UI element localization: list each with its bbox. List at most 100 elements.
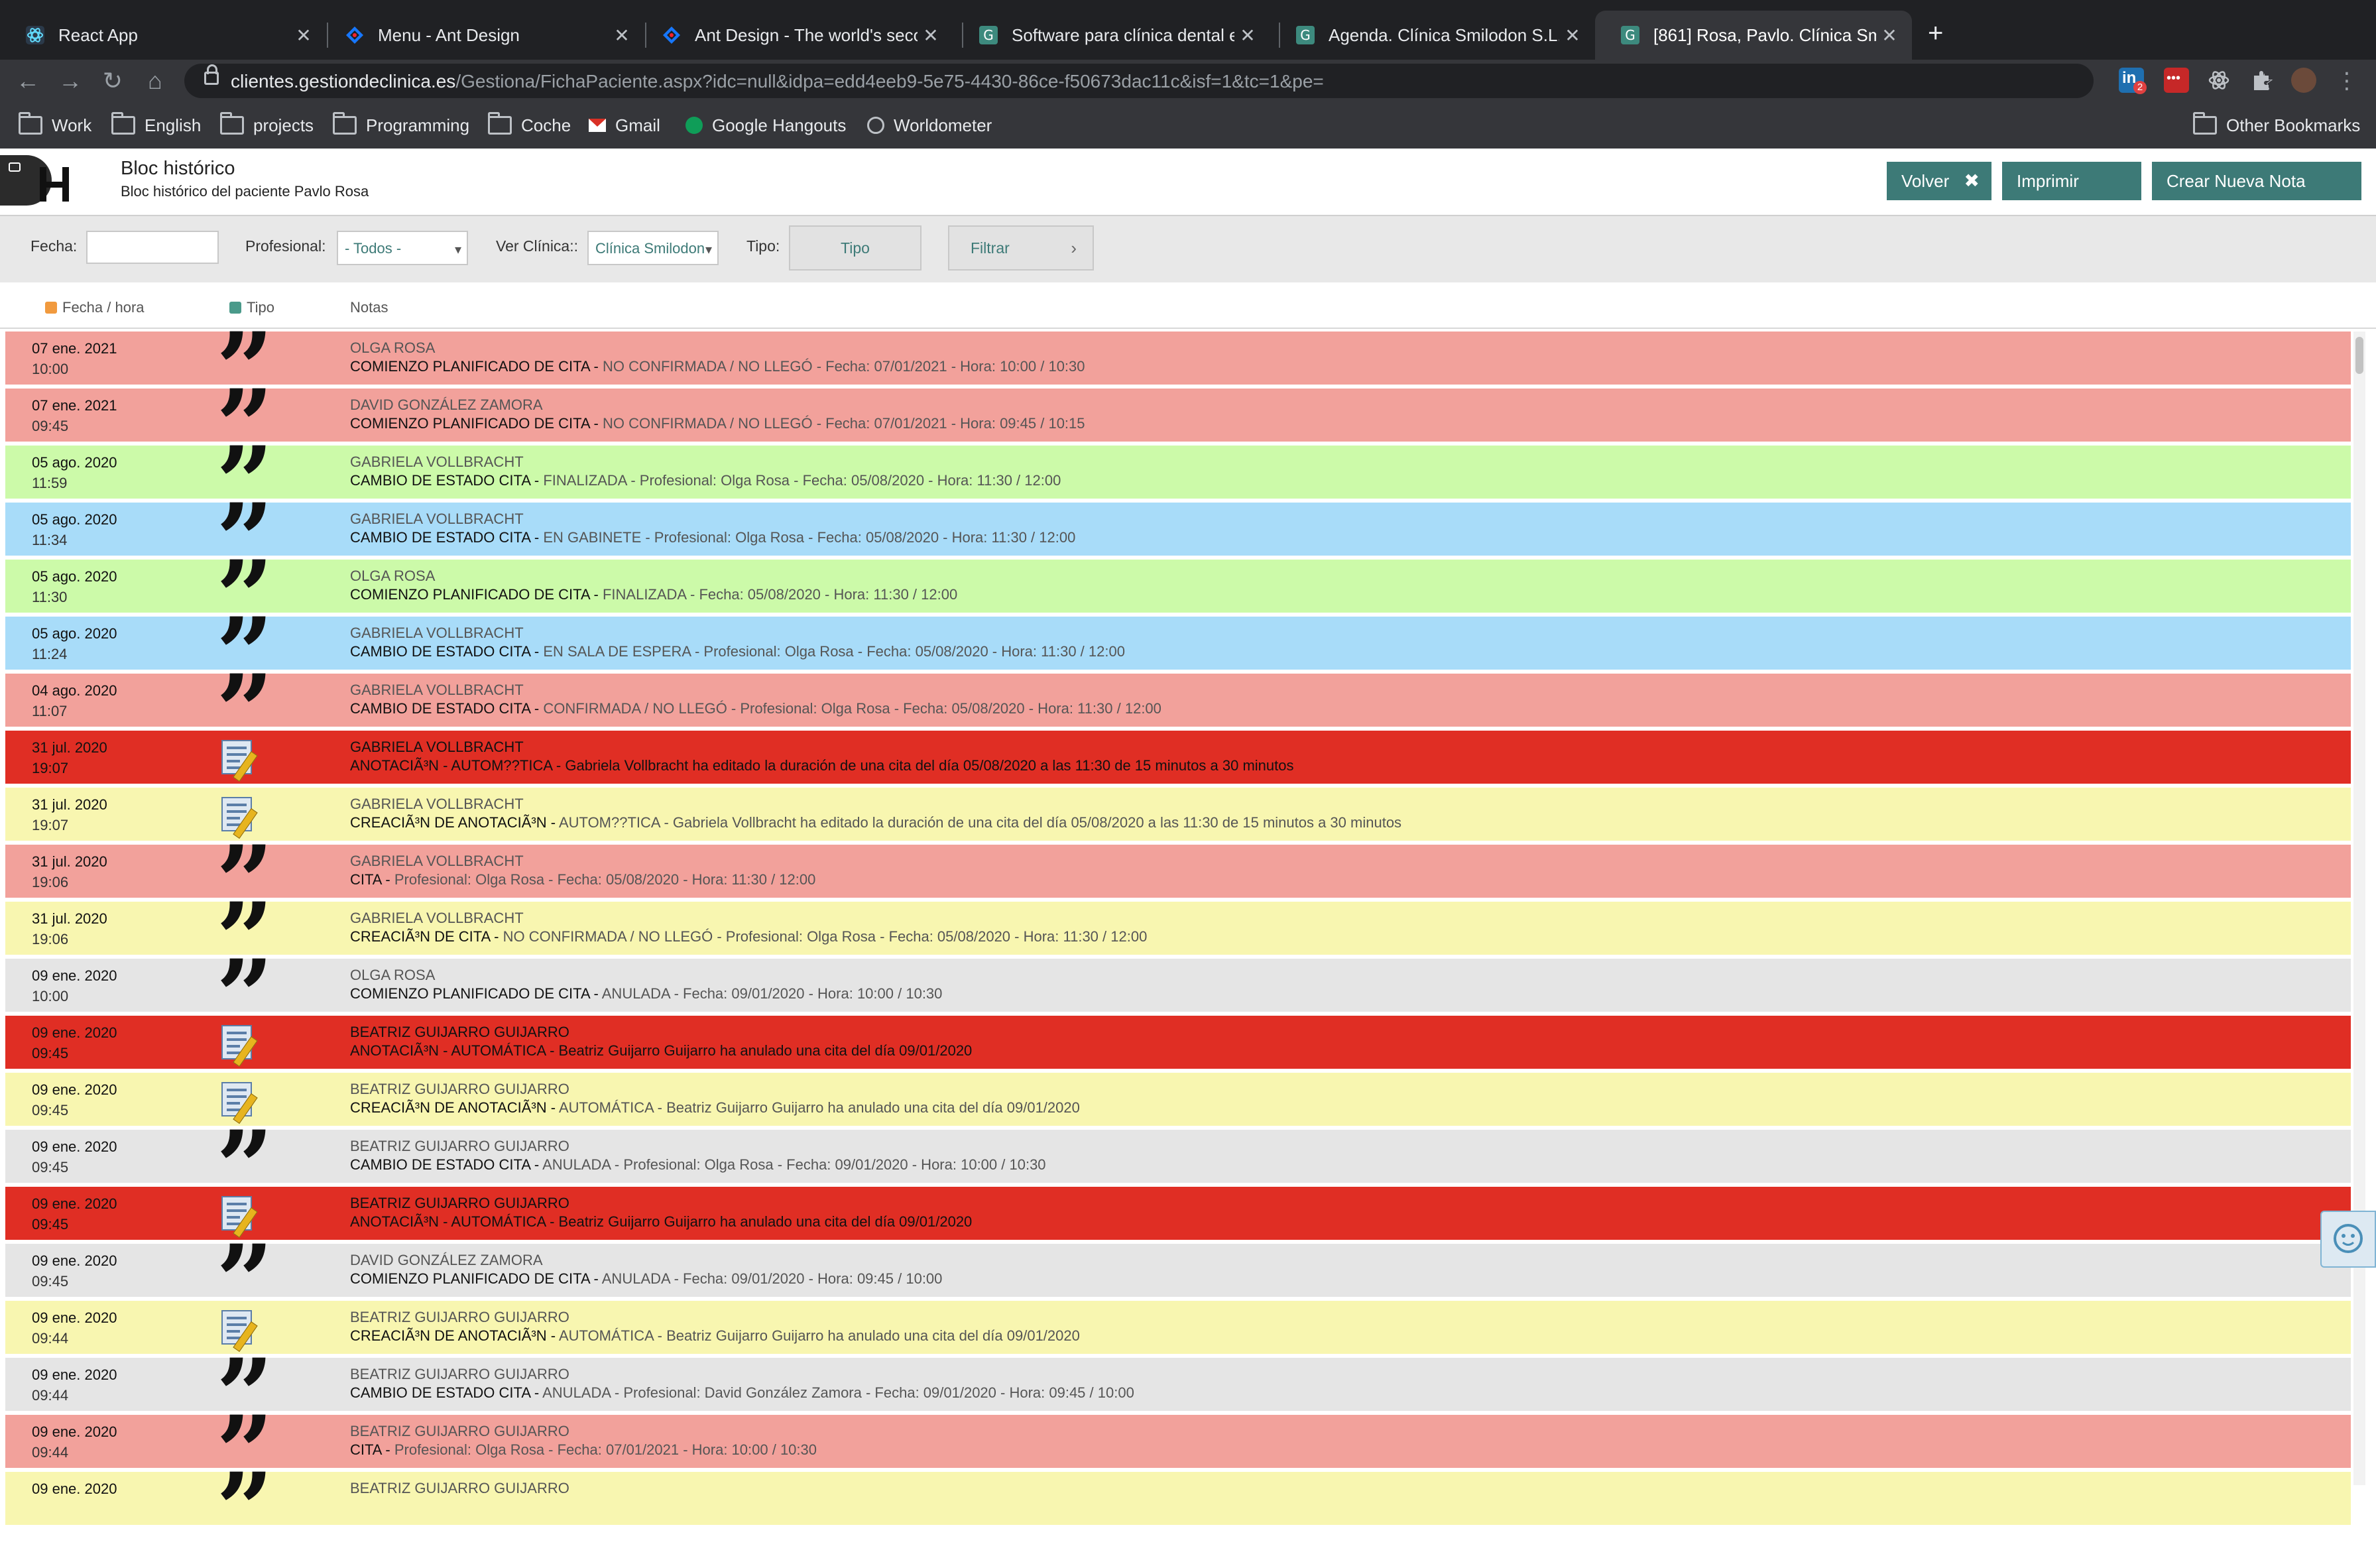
table-row[interactable]: 05 ago. 2020 11:30” OLGA ROSA COMIENZO PLAN…	[5, 548, 2351, 647]
row-date: 04 ago. 2020	[32, 682, 117, 699]
table-row[interactable]: 31 jul. 2020 19:06” GABRIELA VOLLBRACHT CIT…	[5, 833, 2351, 932]
tab-menu-ant-design[interactable]: Menu - Ant Design ✕	[320, 11, 644, 60]
close-tab-icon[interactable]: ✕	[290, 25, 317, 46]
reload-icon[interactable]: ↻	[97, 65, 129, 97]
table-row[interactable]: 09 ene. 2020 10:00 ” OLGA ROSA COMIENZO PLAN…	[5, 947, 2351, 1046]
row-note-action: CAMBIO DE ESTADO CITA -	[350, 1384, 540, 1401]
table-row[interactable]: 07 ene. 2021 10:00” OLGA ROSA COMIENZO PLAN…	[5, 320, 2351, 419]
row-time: 09:45	[32, 1159, 69, 1176]
row-note-detail: FINALIZADA - Profesional: Olga Rosa - Fe…	[539, 472, 1061, 489]
chat-support-button[interactable]	[2320, 1211, 2376, 1268]
svg-text:G: G	[1625, 27, 1635, 43]
url-text[interactable]: clientes.gestiondeclinica.es/Gestiona/Fi…	[231, 71, 1324, 92]
tab-software-clinica[interactable]: G Software para clínica dental en ✕	[953, 11, 1270, 60]
row-note-detail: Gabriela Vollbracht ha editado la duraci…	[561, 757, 1294, 774]
bookmark-gmail[interactable]: Gmail	[589, 114, 660, 137]
back-icon[interactable]: ←	[12, 65, 44, 97]
row-time: 09:45	[32, 418, 69, 434]
volver-button[interactable]: Volver ✖	[1887, 162, 1991, 200]
row-date: 31 jul. 2020	[32, 853, 107, 870]
row-note-detail: NO CONFIRMADA / NO LLEGÓ - Fecha: 07/01/…	[598, 415, 1085, 432]
scrollbar[interactable]	[2353, 332, 2365, 1485]
table-row[interactable]: 09 ene. 2020 09:45 BEATRIZ GUIJARRO GUIJAR…	[5, 1073, 2351, 1126]
filtrar-label: Filtrar	[971, 239, 1010, 257]
row-time: 11:30	[32, 589, 68, 605]
table-row[interactable]: 09 ene. 2020 ” BEATRIZ GUIJARRO GUIJARRO	[5, 1460, 2351, 1559]
table-row[interactable]: 05 ago. 2020 11:34” GABRIELA VOLLBRACHT CAM…	[5, 491, 2351, 590]
bookmark-worldometer[interactable]: Worldometer	[867, 114, 992, 137]
table-row[interactable]: 09 ene. 2020 09:45 ” BEATRIZ GUIJARRO GUIJA…	[5, 1118, 2351, 1217]
lastpass-extension-icon[interactable]: •••	[2164, 68, 2189, 93]
row-professional: OLGA ROSA	[350, 339, 436, 356]
table-row[interactable]: 09 ene. 2020 09:45 ” DAVID GONZÁLEZ ZAMORA C…	[5, 1232, 2351, 1331]
table-row[interactable]: 09 ene. 2020 09:45 BEATRIZ GUIJARRO GUIJAR…	[5, 1187, 2351, 1240]
row-date: 05 ago. 2020	[32, 454, 117, 471]
table-row[interactable]: 31 jul. 2020 19:06” GABRIELA VOLLBRACHT CRE…	[5, 890, 2351, 989]
row-time: 09:45	[32, 1102, 69, 1118]
invision-extension-icon[interactable]: in 2	[2119, 68, 2147, 94]
table-row[interactable]: 09 ene. 2020 09:44” BEATRIZ GUIJARRO GUIJA…	[5, 1403, 2351, 1502]
table-row[interactable]: 31 jul. 2020 19:07 GABRIELA VOLLBRACHT ANOT…	[5, 731, 2351, 784]
tab-agenda[interactable]: G Agenda. Clínica Smilodon S.L.P. ✕	[1270, 11, 1595, 60]
bookmark-english[interactable]: English	[111, 112, 201, 137]
table-row[interactable]: 09 ene. 2020 09:45 BEATRIZ GUIJARRO GUIJAR…	[5, 1016, 2351, 1069]
close-tab-icon[interactable]: ✕	[1559, 25, 1586, 46]
row-date: 09 ene. 2020	[32, 1138, 117, 1155]
chevron-right-icon: ›	[1071, 238, 1077, 258]
row-note-detail: NO CONFIRMADA / NO LLEGÓ - Profesional: …	[499, 928, 1148, 945]
close-tab-icon[interactable]: ✕	[1876, 25, 1903, 46]
table-row[interactable]: 04 ago. 2020 11:07 ” GABRIELA VOLLBRACHT CAM…	[5, 662, 2351, 761]
profesional-value: - Todos -	[345, 240, 402, 257]
row-date: 05 ago. 2020	[32, 511, 117, 528]
forward-icon[interactable]: →	[54, 65, 86, 97]
gestion-clinica-icon: G	[979, 26, 998, 44]
tipo-button[interactable]: Tipo	[789, 225, 921, 271]
tab-react-app[interactable]: React App ✕	[0, 11, 326, 60]
row-note-detail: AUTOMÁTICA - Beatriz Guijarro Guijarro h…	[556, 1099, 1080, 1116]
bookmark-google-hangouts[interactable]: Google Hangouts	[685, 114, 846, 137]
scrollbar-thumb[interactable]	[2355, 337, 2363, 374]
address-bar[interactable]: clientes.gestiondeclinica.es/Gestiona/Fi…	[184, 64, 2274, 98]
close-tab-icon[interactable]: ✕	[918, 25, 944, 46]
row-time: 10:00	[32, 361, 69, 377]
new-tab-button[interactable]: +	[1928, 19, 1943, 48]
browser-menu-icon[interactable]: ⋮	[2331, 65, 2363, 97]
row-note: CAMBIO DE ESTADO CITA - EN GABINETE - Pr…	[350, 529, 1075, 546]
bookmark-work[interactable]: Work	[19, 112, 91, 137]
imprimir-button[interactable]: Imprimir	[2002, 162, 2141, 200]
crear-nueva-nota-button[interactable]: Crear Nueva Nota	[2152, 162, 2361, 200]
clinica-select[interactable]: Clínica Smilodon ▾	[587, 231, 719, 265]
row-date: 09 ene. 2020	[32, 1195, 117, 1212]
table-row[interactable]: 09 ene. 2020 09:44 BEATRIZ GUIJARRO GUIJAR…	[5, 1301, 2351, 1354]
column-fecha-hora[interactable]: Fecha / hora	[45, 299, 145, 316]
bookmark-programming[interactable]: Programming	[333, 112, 469, 137]
bookmark-projects[interactable]: projects	[220, 112, 314, 137]
row-note: CREACIÃ³N DE ANOTACIÃ³N - AUTOM??TICA - …	[350, 814, 1401, 831]
table-row[interactable]: 05 ago. 2020 11:59” GABRIELA VOLLBRACHT CAM…	[5, 434, 2351, 533]
home-icon[interactable]: ⌂	[139, 65, 171, 97]
profile-avatar[interactable]	[2291, 68, 2316, 93]
table-row[interactable]: 09 ene. 2020 09:44” BEATRIZ GUIJARRO GUIJA…	[5, 1346, 2351, 1445]
table-row[interactable]: 05 ago. 2020 11:24” GABRIELA VOLLBRACHT CAM…	[5, 605, 2351, 704]
bookmarks-bar: Work English projects Programming Coche …	[0, 102, 2376, 150]
chat-face-icon	[2334, 1224, 2363, 1253]
extensions-puzzle-icon[interactable]	[2249, 68, 2274, 93]
browser-tab-strip: React App ✕ Menu - Ant Design ✕ Ant Desi…	[0, 0, 2376, 60]
row-time: 09:45	[32, 1216, 69, 1233]
row-time: 09:44	[32, 1330, 69, 1347]
bookmark-other[interactable]: Other Bookmarks	[2193, 112, 2360, 137]
lock-icon	[204, 64, 219, 85]
close-tab-icon[interactable]: ✕	[609, 25, 635, 46]
close-tab-icon[interactable]: ✕	[1234, 25, 1261, 46]
fecha-input[interactable]	[86, 231, 219, 264]
row-time: 10:00	[32, 988, 69, 1004]
table-row[interactable]: 07 ene. 2021 09:45” DAVID GONZÁLEZ ZAMORA C…	[5, 377, 2351, 476]
tab-ant-design-home[interactable]: Ant Design - The world's secon ✕	[636, 11, 953, 60]
bookmark-label: Gmail	[615, 115, 660, 135]
table-row[interactable]: 31 jul. 2020 19:07 GABRIELA VOLLBRACHT CREA…	[5, 788, 2351, 841]
profesional-select[interactable]: - Todos - ▾	[337, 231, 468, 265]
bookmark-coche[interactable]: Coche	[488, 112, 571, 137]
react-devtools-icon[interactable]	[2206, 68, 2231, 93]
filtrar-button[interactable]: Filtrar ›	[948, 225, 1094, 271]
tab-ficha-paciente[interactable]: G [861] Rosa, Pavlo. Clínica Smilo ✕	[1595, 11, 1912, 60]
